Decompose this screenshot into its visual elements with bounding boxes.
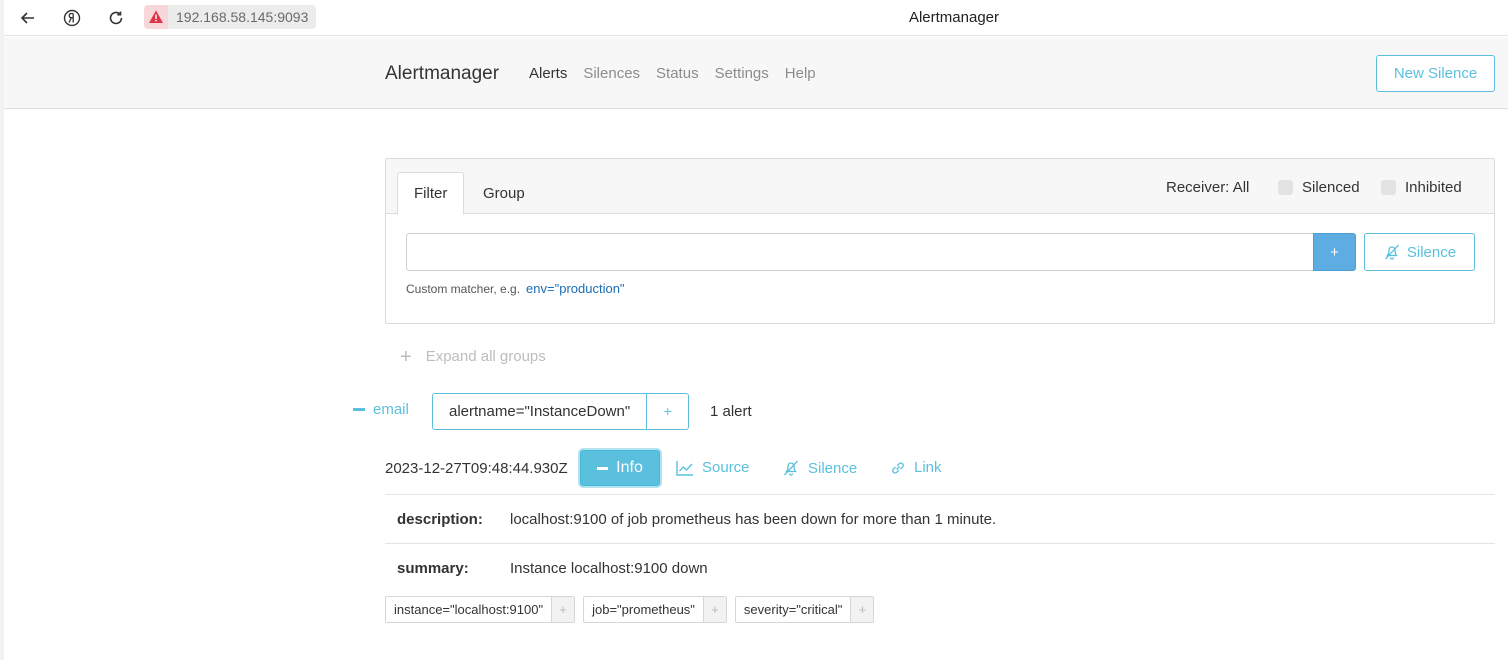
alert-count: 1 alert (710, 403, 752, 420)
label-text[interactable]: severity="critical" (736, 597, 852, 622)
minus-icon (597, 466, 609, 470)
label-add-button[interactable]: + (552, 597, 575, 622)
warning-icon[interactable] (144, 5, 168, 29)
silence-filter-button[interactable]: Silence (1364, 233, 1475, 271)
filter-card-header: Filter Group Receiver: All Silenced Inhi… (386, 159, 1494, 215)
alert-silence-link[interactable]: Silence (782, 459, 857, 477)
add-matcher-button[interactable]: + (1313, 233, 1356, 271)
annotation-row: description: localhost:9100 of job prome… (385, 494, 1495, 543)
nav-status[interactable]: Status (656, 65, 699, 82)
label-chip: severity="critical" + (734, 596, 875, 623)
matcher-hint-text: Custom matcher, e.g. (406, 282, 521, 296)
annotation-value: Instance localhost:9100 down (510, 560, 708, 577)
alert-link[interactable]: Link (890, 459, 942, 476)
inhibited-label: Inhibited (1405, 179, 1462, 196)
bell-slash-icon (1384, 244, 1399, 260)
source-label: Source (702, 459, 750, 476)
brand-logo[interactable]: Alertmanager (385, 63, 499, 85)
annotation-value: localhost:9100 of job prometheus has bee… (510, 511, 997, 528)
label-text[interactable]: instance="localhost:9100" (386, 597, 553, 622)
silenced-checkbox[interactable]: Silenced (1278, 179, 1360, 196)
plus-icon: + (400, 345, 412, 368)
filter-card: Filter Group Receiver: All Silenced Inhi… (385, 158, 1495, 324)
alert-silence-label: Silence (808, 459, 858, 477)
matcher-hint: Custom matcher, e.g. env="production" (406, 281, 625, 296)
annotation-key: description: (397, 511, 483, 528)
tab-filter[interactable]: Filter (397, 172, 465, 215)
reload-icon[interactable] (104, 6, 128, 30)
matcher-input[interactable] (406, 233, 1314, 271)
annotation-row: summary: Instance localhost:9100 down (385, 543, 1495, 592)
address-bar[interactable]: 192.168.58.145:9093 (144, 5, 317, 29)
alert-timestamp: 2023-12-27T09:48:44.930Z (385, 460, 568, 477)
annotation-key: summary: (397, 560, 469, 577)
nav-alerts[interactable]: Alerts (529, 65, 567, 82)
group-label-add-button[interactable]: + (647, 394, 688, 429)
minus-icon (353, 408, 365, 411)
link-icon (892, 461, 904, 474)
expand-all-label: Expand all groups (425, 348, 546, 365)
alert-link-label: Link (914, 459, 942, 476)
group-receiver: email (373, 401, 409, 418)
silenced-label: Silenced (1302, 179, 1360, 196)
nav-silences[interactable]: Silences (583, 65, 640, 82)
nav-help[interactable]: Help (785, 65, 816, 82)
group-label-chip: alertname="InstanceDown" + (432, 393, 690, 430)
chart-line-icon (676, 460, 693, 476)
source-link[interactable]: Source (676, 459, 750, 476)
group-collapse-toggle[interactable]: email (353, 401, 409, 418)
label-add-button[interactable]: + (703, 597, 726, 622)
silence-filter-label: Silence (1406, 243, 1457, 261)
inhibited-checkbox[interactable]: Inhibited (1381, 179, 1462, 196)
label-text[interactable]: job="prometheus" (584, 597, 704, 622)
alert-labels: instance="localhost:9100" + job="prometh… (385, 596, 875, 623)
browser-toolbar: 192.168.58.145:9093 Alertmanager (4, 0, 1508, 36)
label-add-button[interactable]: + (851, 597, 874, 622)
nav-settings[interactable]: Settings (715, 65, 769, 82)
label-chip: job="prometheus" + (583, 596, 727, 623)
info-toggle-button[interactable]: Info (580, 450, 660, 486)
matcher-hint-example[interactable]: env="production" (526, 281, 625, 296)
new-silence-button[interactable]: New Silence (1376, 55, 1495, 92)
inhibited-checkbox-box[interactable] (1381, 180, 1396, 195)
expand-all-groups-button[interactable]: + Expand all groups (400, 345, 546, 368)
yandex-icon[interactable] (60, 6, 84, 30)
back-icon[interactable] (16, 6, 40, 30)
url-text[interactable]: 192.168.58.145:9093 (168, 5, 317, 29)
info-label: Info (616, 459, 643, 476)
tab-group[interactable]: Group (466, 172, 542, 215)
receiver-dropdown[interactable]: Receiver: All (1166, 179, 1249, 196)
label-chip: instance="localhost:9100" + (385, 596, 576, 623)
group-label-text[interactable]: alertname="InstanceDown" (433, 394, 648, 429)
nav-links: Alerts Silences Status Settings Help (529, 65, 816, 82)
silenced-checkbox-box[interactable] (1278, 180, 1293, 195)
app-navbar: Alertmanager Alerts Silences Status Sett… (4, 37, 1508, 109)
bell-slash-icon (784, 460, 798, 476)
